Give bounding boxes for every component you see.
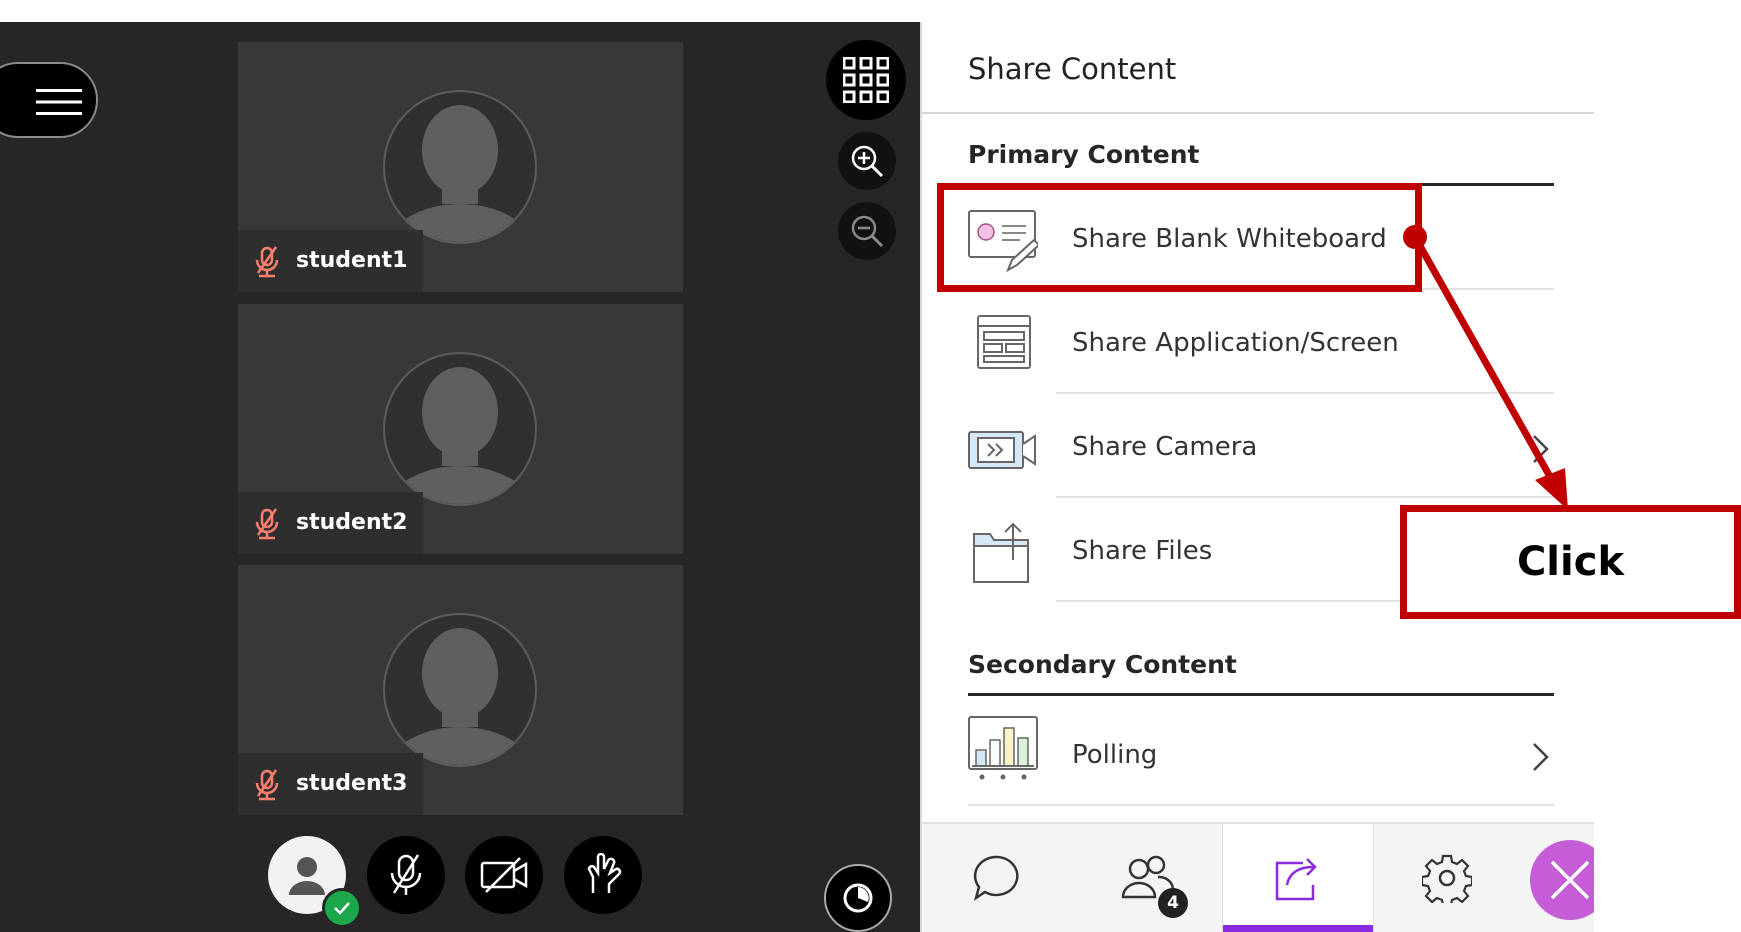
annotation-arrow xyxy=(1403,225,1568,510)
click-callout: Click xyxy=(1400,505,1741,619)
